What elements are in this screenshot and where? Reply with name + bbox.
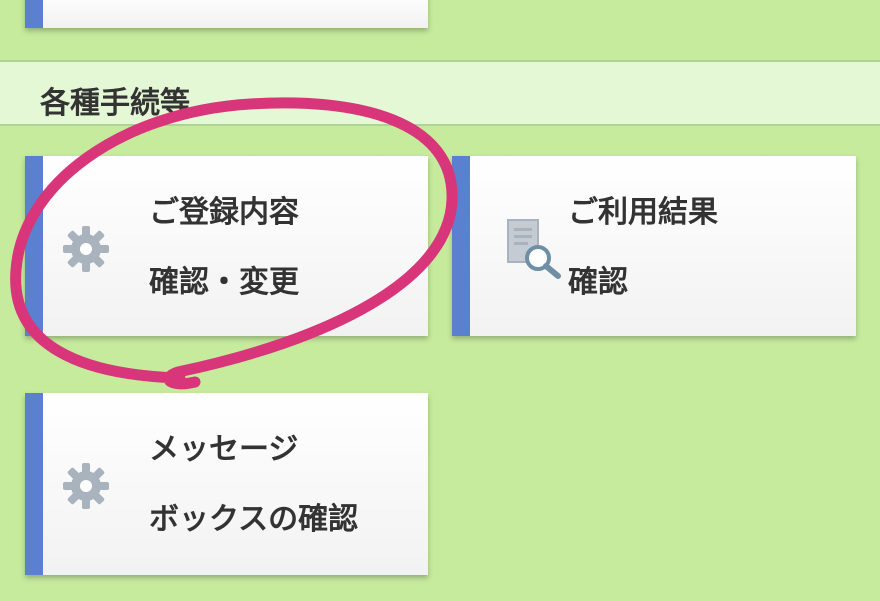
- document-search-icon: [507, 219, 561, 279]
- card-label-secondary: 確認: [568, 265, 628, 300]
- card-label-secondary: ボックスの確認: [149, 502, 359, 537]
- gear-icon: [63, 463, 109, 509]
- gear-icon: [63, 226, 109, 272]
- section-header: 各種手続等: [0, 60, 880, 126]
- usage-results-button[interactable]: ご利用結果 確認: [452, 156, 856, 336]
- registration-details-button[interactable]: ご登録内容 確認・変更: [25, 156, 428, 336]
- card-label-primary: メッセージ: [149, 432, 299, 467]
- message-box-button[interactable]: メッセージ ボックスの確認: [25, 393, 428, 575]
- card-label-primary: ご利用結果: [568, 195, 718, 230]
- card-label-primary: ご登録内容: [149, 195, 299, 230]
- card-label-secondary: 確認・変更: [149, 265, 299, 300]
- section-title: 各種手続等: [40, 86, 190, 121]
- menu-card-partial[interactable]: [25, 0, 428, 28]
